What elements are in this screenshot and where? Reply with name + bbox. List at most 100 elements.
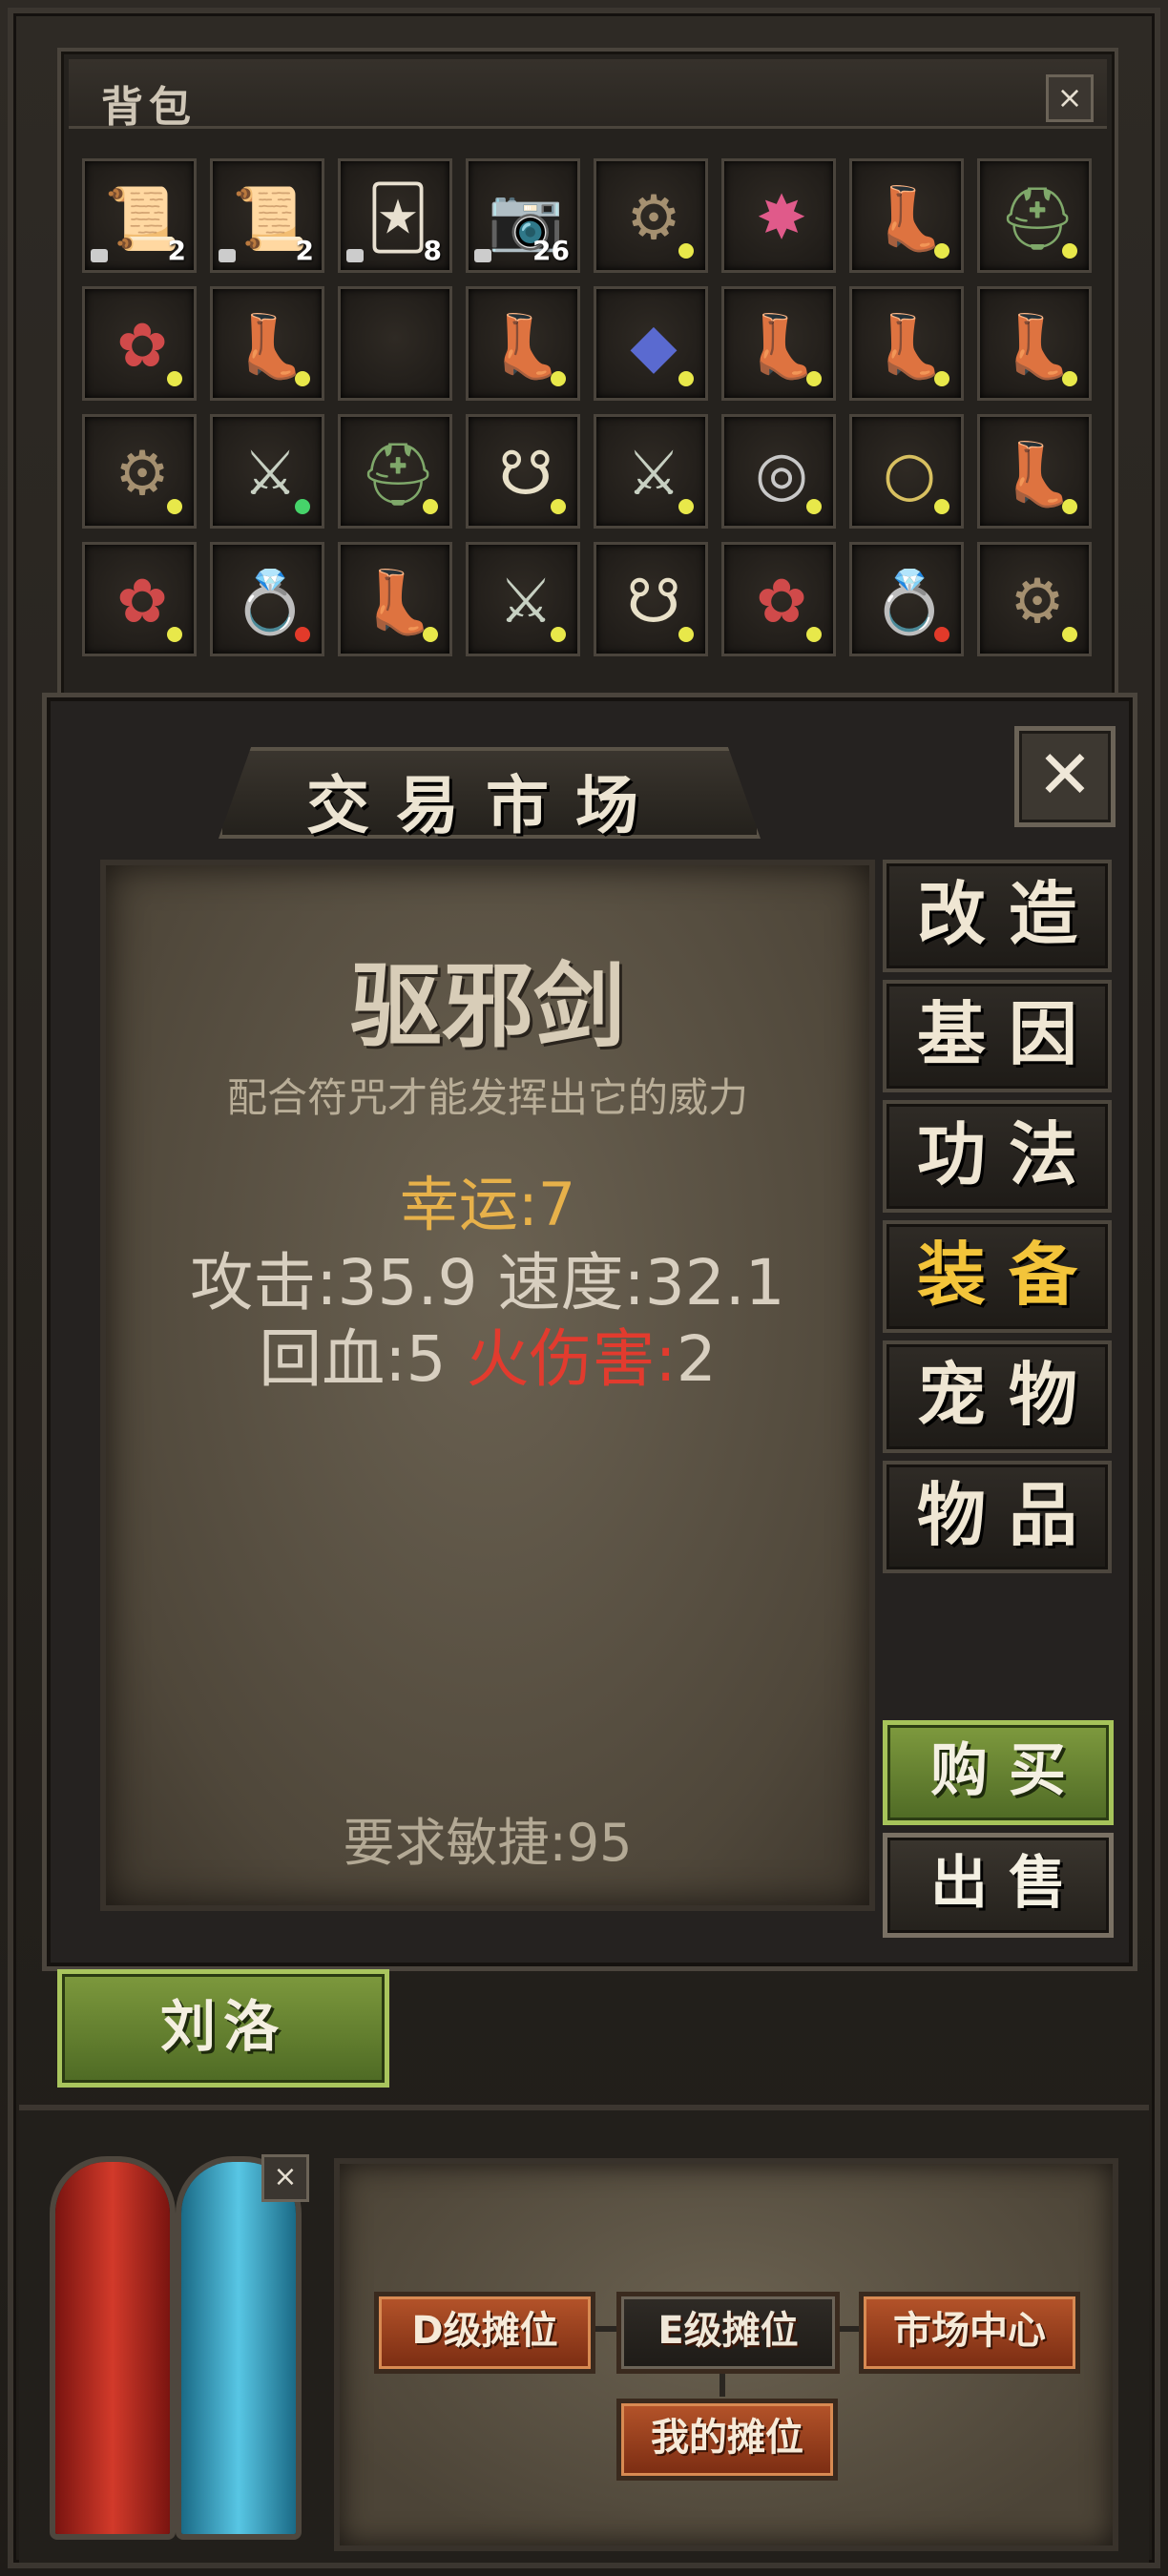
bone-necklace-icon: ☋ [498, 439, 553, 509]
quality-dot [295, 371, 310, 386]
backpack-slot[interactable]: ⚔ [210, 414, 324, 529]
backpack-slot[interactable]: ✿ [82, 286, 197, 401]
ring-icon: 💍 [871, 567, 948, 638]
backpack-slot[interactable]: 🃏 8 [338, 158, 452, 273]
sword-icon: ⚔ [242, 439, 298, 509]
backpack-slot[interactable]: ☋ [594, 542, 708, 656]
backpack-slot[interactable]: ○ [849, 414, 964, 529]
quality-dot [806, 371, 822, 386]
flower-bracer-icon: ✿ [116, 311, 168, 382]
quality-dot [1062, 371, 1077, 386]
item-fire-value: 2 [676, 1322, 717, 1396]
item-quantity: 2 [295, 235, 314, 266]
lock-icon [91, 249, 108, 262]
helmet-icon: ⛑ [998, 183, 1076, 255]
boots-icon: 👢 [743, 311, 820, 383]
quality-dot [551, 627, 566, 642]
backpack-slot[interactable]: ✿ [82, 542, 197, 656]
backpack-slot[interactable]: ✸ [721, 158, 836, 273]
tab-category[interactable]: 功法 [883, 1100, 1112, 1213]
bone-necklace-icon: ☋ [626, 567, 681, 637]
quality-dot [423, 627, 438, 642]
quality-dot [423, 499, 438, 514]
backpack-slot[interactable]: ⚙ [594, 158, 708, 273]
backpack-slot[interactable]: ⚙ [977, 542, 1092, 656]
backpack-slot[interactable]: 👢 [210, 286, 324, 401]
backpack-slot[interactable]: 📜 2 [82, 158, 197, 273]
backpack-slot[interactable]: 👢 [977, 286, 1092, 401]
amulet-icon: ◆ [630, 311, 678, 382]
tab-category[interactable]: 基因 [883, 980, 1112, 1092]
quality-dot [678, 243, 694, 259]
quality-dot [295, 499, 310, 514]
item-regen: 回血:5 [259, 1322, 447, 1396]
backpack-slot[interactable]: 💍 [210, 542, 324, 656]
quality-dot [934, 371, 949, 386]
item-quantity: 26 [532, 235, 570, 266]
quality-dot [1062, 243, 1077, 259]
item-stats-line-2: 回血:5 火伤害:2 [106, 1308, 869, 1400]
quality-dot [806, 499, 822, 514]
item-name: 驱邪剑 [350, 953, 625, 1060]
quality-dot [934, 243, 949, 259]
mp-fill [181, 2162, 296, 2534]
market-center-button[interactable]: 市场中心 [859, 2292, 1080, 2374]
backpack-header: 背包 × [69, 59, 1107, 132]
backpack-close-button[interactable]: × [1046, 74, 1094, 122]
backpack-panel: 背包 × 📜 2 📜 2 🃏 8 📷 26 ⚙ ✸ 👢 ⛑ ✿ 👢 👢 ◆ 👢 👢 👢 ⚙ ⚔ ⛑ ☋ ⚔ ◎ ○ 👢 ✿ 💍 👢 ⚔ ☋ ✿ 💍… [57, 48, 1118, 704]
market-close-button[interactable]: ✕ [1014, 726, 1116, 827]
backpack-slot[interactable]: 💍 [849, 542, 964, 656]
sell-button[interactable]: 出售 [883, 1833, 1114, 1938]
backpack-slot[interactable]: ⛑ [977, 158, 1092, 273]
backpack-slot[interactable]: ◆ [594, 286, 708, 401]
backpack-slot[interactable]: 👢 [338, 542, 452, 656]
quality-dot [1062, 627, 1077, 642]
lock-icon [474, 249, 491, 262]
quality-dot [167, 371, 182, 386]
boots-icon: 👢 [871, 311, 948, 383]
quality-dot [678, 627, 694, 642]
backpack-slot[interactable]: ✿ [721, 542, 836, 656]
lock-icon [219, 249, 236, 262]
backpack-slot[interactable]: ◎ [721, 414, 836, 529]
item-detail-parchment: 驱邪剑 配合符咒才能发挥出它的威力 幸运:7 攻击:35.9 速度:32.1 回… [100, 860, 875, 1911]
backpack-slot[interactable]: 👢 [721, 286, 836, 401]
market-title: 交易市场 [306, 769, 665, 842]
flower-bracer-icon: ✿ [756, 567, 807, 637]
backpack-slot[interactable]: 📷 26 [466, 158, 580, 273]
tab-category[interactable]: 装备 [883, 1220, 1112, 1333]
empty-slot [341, 289, 455, 404]
mp-orb [176, 2156, 302, 2540]
backpack-slot[interactable]: 👢 [977, 414, 1092, 529]
backpack-slot[interactable] [338, 286, 452, 401]
backpack-slot[interactable]: 📜 2 [210, 158, 324, 273]
item-quantity: 8 [423, 235, 442, 266]
hp-fill [55, 2162, 170, 2534]
hud-close-button[interactable]: × [261, 2154, 309, 2202]
backpack-slot[interactable]: 👢 [849, 158, 964, 273]
sword-icon: ⚔ [498, 567, 553, 637]
backpack-slot[interactable]: ☋ [466, 414, 580, 529]
backpack-slot[interactable]: ⚔ [594, 414, 708, 529]
buy-button[interactable]: 购买 [883, 1720, 1114, 1825]
e-level-stall-button[interactable]: E级摊位 [616, 2292, 840, 2374]
my-stall-button[interactable]: 我的摊位 [616, 2399, 838, 2481]
tab-category[interactable]: 宠物 [883, 1340, 1112, 1453]
backpack-slot[interactable]: 👢 [849, 286, 964, 401]
tab-category[interactable]: 物品 [883, 1461, 1112, 1573]
backpack-slot[interactable]: ⚙ [82, 414, 197, 529]
backpack-title: 背包 [101, 83, 197, 132]
gem-necklace-icon: ✸ [756, 183, 807, 254]
item-requirement: 要求敏捷:95 [343, 1813, 633, 1873]
player-name-button[interactable]: 刘洛 [57, 1969, 389, 2088]
d-level-stall-button[interactable]: D级摊位 [374, 2292, 595, 2374]
backpack-slot[interactable]: ⛑ [338, 414, 452, 529]
backpack-slot[interactable]: ⚔ [466, 542, 580, 656]
quality-dot [167, 499, 182, 514]
flower-bracer-icon: ✿ [116, 567, 168, 637]
quality-dot [934, 627, 949, 642]
boots-icon: 👢 [232, 311, 308, 383]
backpack-slot[interactable]: 👢 [466, 286, 580, 401]
tab-category[interactable]: 改造 [883, 860, 1112, 972]
quality-dot [678, 499, 694, 514]
